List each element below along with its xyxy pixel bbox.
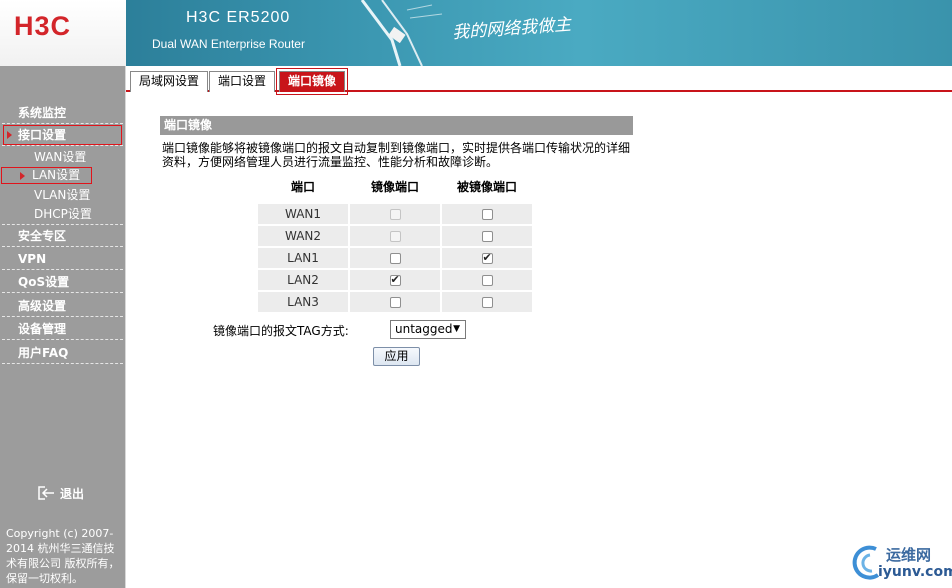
mirror-port-cell <box>350 292 440 312</box>
sidebar-item-lan-settings[interactable]: LAN设置 <box>0 166 93 185</box>
sidebar-item-label: 设备管理 <box>18 322 67 336</box>
mirrored-port-checkbox[interactable] <box>481 275 493 286</box>
sidebar-item-vpn[interactable]: VPN <box>2 248 123 270</box>
mirror-port-checkbox[interactable] <box>389 297 401 308</box>
mirrored-port-checkbox[interactable] <box>481 209 493 220</box>
sidebar-item-vlan-settings[interactable]: VLAN设置 <box>2 186 123 205</box>
sidebar-item-label: 接口设置 <box>18 128 67 142</box>
header: H3C H3C ER5200 Dual WAN Enterprise Route… <box>0 0 952 66</box>
table-row: WAN2 <box>258 226 532 246</box>
sidebar-item-label: 系统监控 <box>18 106 67 120</box>
table-row: LAN1 <box>258 248 532 268</box>
sidebar-item-qos[interactable]: QoS设置 <box>2 271 123 293</box>
sidebar-item-dhcp-settings[interactable]: DHCP设置 <box>2 205 123 225</box>
port-name: LAN2 <box>258 270 348 290</box>
column-header-port: 端口 <box>290 179 315 194</box>
section-description: 端口镜像能够将被镜像端口的报文自动复制到镜像端口，实时提供各端口传输状况的详细资… <box>162 141 631 169</box>
sidebar-item-interface-settings[interactable]: 接口设置 <box>2 124 123 146</box>
port-name: WAN2 <box>258 226 348 246</box>
sidebar: 系统监控 接口设置 WAN设置 LAN设置 VLAN设置 DHCP设置 安全专区… <box>0 66 126 588</box>
table-header-row: 端口 镜像端口 被镜像端口 <box>258 176 532 196</box>
watermark-text: 运维网 <box>886 546 932 564</box>
table-row: LAN3 <box>258 292 532 312</box>
sidebar-item-advanced[interactable]: 高级设置 <box>2 295 123 317</box>
h3c-logo: H3C <box>14 11 72 41</box>
mirrored-port-cell <box>442 226 532 246</box>
arrow-right-icon <box>7 131 12 139</box>
watermark-logo-icon <box>852 545 880 580</box>
banner: H3C ER5200 Dual WAN Enterprise Router 我的… <box>126 0 952 66</box>
tab-port-settings[interactable]: 端口设置 <box>209 71 276 92</box>
sidebar-item-device-management[interactable]: 设备管理 <box>2 318 123 340</box>
mirror-port-cell <box>350 248 440 268</box>
dropdown-arrow-icon: ▼ <box>453 324 460 334</box>
logout-icon <box>38 486 54 500</box>
sidebar-item-label: 高级设置 <box>18 299 67 313</box>
mirrored-port-cell <box>442 270 532 290</box>
mirrored-port-cell <box>442 292 532 312</box>
mirrored-port-checkbox[interactable] <box>481 231 493 242</box>
mirrored-port-cell <box>442 204 532 224</box>
sidebar-item-label: WAN设置 <box>34 150 87 164</box>
port-name: WAN1 <box>258 204 348 224</box>
tag-mode-value: untagged <box>395 322 453 336</box>
sidebar-item-label: 安全专区 <box>18 229 67 243</box>
port-mirror-rows: WAN1WAN2LAN1LAN2LAN3 <box>258 204 532 312</box>
watermark-url: iyunv.com <box>878 564 952 580</box>
logo-area: H3C <box>0 0 126 66</box>
mirror-port-cell <box>350 226 440 246</box>
mirrored-port-checkbox[interactable] <box>481 251 493 264</box>
product-name: H3C ER5200 <box>186 9 291 26</box>
port-name: LAN3 <box>258 292 348 312</box>
apply-button[interactable]: 应用 <box>373 347 420 366</box>
arrow-right-icon <box>20 172 25 180</box>
mirrored-port-checkbox[interactable] <box>481 297 493 308</box>
column-header-mirror-port: 镜像端口 <box>370 179 419 194</box>
mirror-port-cell <box>350 204 440 224</box>
sidebar-item-wan-settings[interactable]: WAN设置 <box>2 148 123 167</box>
mirrored-port-cell <box>442 248 532 268</box>
sidebar-item-system-monitor[interactable]: 系统监控 <box>2 102 123 124</box>
tab-port-mirroring[interactable]: 端口镜像 <box>275 68 349 95</box>
tab-lan-settings[interactable]: 局域网设置 <box>130 71 209 92</box>
port-name: LAN1 <box>258 248 348 268</box>
table-row: WAN1 <box>258 204 532 224</box>
sidebar-item-label: QoS设置 <box>18 275 70 289</box>
watermark: 运维网 iyunv.com <box>846 541 952 588</box>
sidebar-item-label: 用户FAQ <box>18 346 69 360</box>
sidebar-item-label: VLAN设置 <box>34 188 91 202</box>
copyright: Copyright (c) 2007-2014 杭州华三通信技术有限公司 版权所… <box>6 527 120 585</box>
slogan: 我的网络我做主 <box>451 14 572 44</box>
tag-mode-label: 镜像端口的报文TAG方式: <box>213 324 349 338</box>
sidebar-item-security[interactable]: 安全专区 <box>2 225 123 247</box>
mirror-port-cell <box>350 270 440 290</box>
tab-bar: 局域网设置 端口设置 端口镜像 <box>126 66 952 95</box>
sidebar-item-label: VPN <box>18 252 47 266</box>
mirror-port-checkbox[interactable] <box>389 273 401 286</box>
logout-label: 退出 <box>60 487 85 501</box>
tag-mode-select[interactable]: untagged ▼ <box>390 320 466 339</box>
sidebar-item-user-faq[interactable]: 用户FAQ <box>2 342 123 364</box>
product-subtitle: Dual WAN Enterprise Router <box>152 37 305 51</box>
table-row: LAN2 <box>258 270 532 290</box>
port-mirror-table: 端口 镜像端口 被镜像端口 WAN1WAN2LAN1LAN2LAN3 <box>256 174 534 314</box>
mirror-port-checkbox <box>389 231 401 242</box>
logout-button[interactable]: 退出 <box>38 485 84 502</box>
section-title: 端口镜像 <box>160 116 633 135</box>
sidebar-item-label: DHCP设置 <box>34 207 92 221</box>
mirror-port-checkbox[interactable] <box>389 253 401 264</box>
column-header-mirrored-port: 被镜像端口 <box>456 179 517 194</box>
sidebar-item-label: LAN设置 <box>32 168 81 182</box>
mirror-port-checkbox <box>389 209 401 220</box>
network-cable-illustration <box>360 0 443 66</box>
